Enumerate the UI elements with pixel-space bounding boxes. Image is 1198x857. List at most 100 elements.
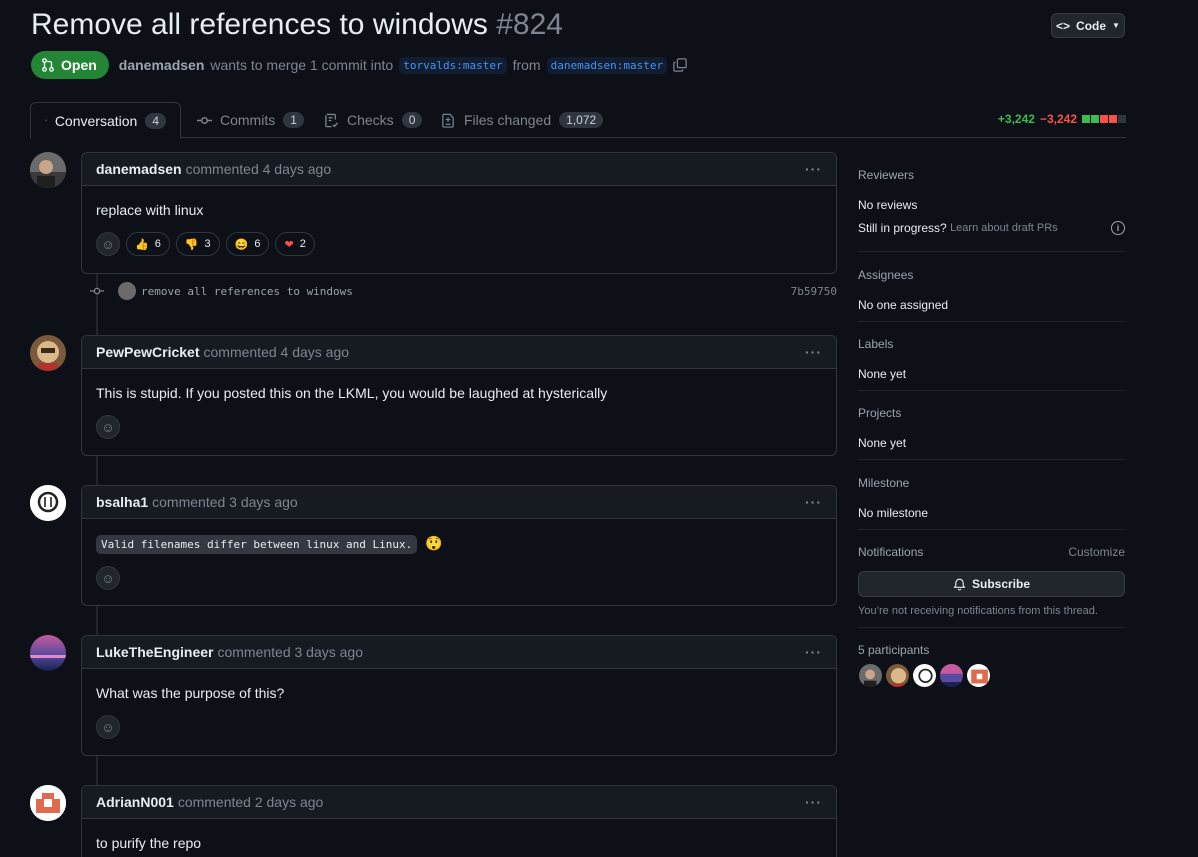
kebab-icon[interactable]: ··· <box>805 644 822 660</box>
tab-checks[interactable]: Checks 0 <box>310 102 436 138</box>
notification-note: You’re not receiving notifications from … <box>858 605 1098 617</box>
avatar[interactable] <box>30 152 66 188</box>
comment-author[interactable]: AdrianN001 <box>96 794 174 810</box>
sidebar-heading: Notifications <box>858 545 924 559</box>
tab-label: Checks <box>347 112 394 128</box>
heart-icon: ❤ <box>284 238 294 251</box>
add-reaction-button[interactable]: ☺ <box>96 566 120 590</box>
avatar[interactable] <box>30 635 66 671</box>
copy-icon[interactable] <box>673 58 687 72</box>
sidebar-participants: 5 participants <box>858 643 1125 703</box>
reactions: ☺ 👍 6 👎 3 😄 6 ❤ 2 <box>96 232 822 270</box>
tab-counter: 0 <box>401 112 423 128</box>
git-commit-icon <box>197 116 212 124</box>
kebab-icon[interactable]: ··· <box>805 344 822 360</box>
code-button[interactable]: <> Code ▼ <box>1051 13 1125 38</box>
sidebar-projects: Projects None yet <box>858 406 1125 460</box>
tab-label: Files changed <box>464 112 552 128</box>
reaction-laugh[interactable]: 😄 6 <box>225 232 270 256</box>
add-reaction-button[interactable]: ☺ <box>96 715 120 739</box>
commit-sha[interactable]: 7b59750 <box>791 285 837 298</box>
comment-time[interactable]: commented 3 days ago <box>217 644 363 660</box>
milestone-value: No milestone <box>858 506 929 520</box>
diffstat: +3,242 −3,242 <box>998 112 1126 126</box>
kebab-icon[interactable]: ··· <box>805 494 822 510</box>
additions-count: +3,242 <box>997 112 1035 126</box>
reaction-count: 2 <box>299 238 306 250</box>
pr-number: #824 <box>496 8 563 41</box>
sidebar-heading[interactable]: Projects <box>858 406 901 420</box>
kebab-icon[interactable]: ··· <box>805 161 822 177</box>
merge-text: wants to merge 1 commit into <box>210 57 394 73</box>
smiley-icon: ☺ <box>101 419 115 435</box>
smiley-icon: ☺ <box>101 570 115 586</box>
comment-header: danemadsen commented 4 days ago ··· <box>82 153 836 186</box>
reaction-heart[interactable]: ❤ 2 <box>275 232 315 256</box>
participant-avatar[interactable] <box>939 663 964 688</box>
participant-avatar[interactable] <box>858 663 883 688</box>
add-reaction-button[interactable]: ☺ <box>96 232 120 256</box>
comment-time[interactable]: commented 2 days ago <box>178 794 324 810</box>
comment-card: bsalha1 commented 3 days ago ··· Valid f… <box>81 485 837 606</box>
participant-avatar[interactable] <box>912 663 937 688</box>
tab-counter: 1 <box>283 112 304 128</box>
reaction-thumbs-down[interactable]: 👎 3 <box>175 232 220 256</box>
info-icon[interactable]: i <box>1111 221 1125 236</box>
base-branch[interactable]: torvalds:master <box>399 56 507 74</box>
smiley-icon: ☺ <box>101 236 115 252</box>
comment-author[interactable]: LukeTheEngineer <box>96 644 213 660</box>
tab-label: Commits <box>220 112 276 128</box>
pr-title: Remove all references to windows <box>31 8 488 41</box>
sidebar-heading[interactable]: Reviewers <box>858 168 914 182</box>
comment-author[interactable]: danemadsen <box>96 161 182 177</box>
kebab-icon[interactable]: ··· <box>805 794 822 810</box>
tab-commits[interactable]: Commits 1 <box>183 102 318 138</box>
tab-conversation[interactable]: Conversation 4 <box>30 102 181 139</box>
assignees-value: No one assigned <box>858 298 949 312</box>
comment-time[interactable]: commented 4 days ago <box>204 344 350 360</box>
avatar[interactable] <box>30 785 66 821</box>
astonished-emoji: 😲 <box>425 535 443 551</box>
pr-meta: Open danemadsen wants to merge 1 commit … <box>31 51 687 79</box>
draft-prs-link[interactable]: Learn about draft PRs <box>950 218 1058 239</box>
thumbs-down-icon: 👎 <box>184 238 199 251</box>
comment-author[interactable]: bsalha1 <box>96 494 148 510</box>
sidebar-heading[interactable]: Milestone <box>858 476 909 490</box>
commit-message[interactable]: remove all references to windows <box>141 285 353 298</box>
reactions: ☺ <box>96 415 822 453</box>
subscribe-button[interactable]: Subscribe <box>858 571 1125 597</box>
avatar[interactable] <box>30 335 66 371</box>
add-reaction-button[interactable]: ☺ <box>96 415 120 439</box>
comment-discussion-icon <box>45 119 47 122</box>
pr-author-link[interactable]: danemadsen <box>119 57 205 73</box>
code-icon: <> <box>1056 18 1071 33</box>
reaction-count: 6 <box>254 238 261 250</box>
pr-page: Remove all references to windows #824 <>… <box>0 0 1198 857</box>
tab-files-changed[interactable]: Files changed 1,072 <box>427 102 617 138</box>
draft-note: Still in progress? Learn about draft PRs… <box>858 217 1125 240</box>
sidebar-heading[interactable]: Assignees <box>858 268 913 282</box>
reviewers-value: No reviews <box>858 198 918 212</box>
pr-tabs: Conversation 4 Commits 1 Checks 0 Files … <box>30 102 1126 139</box>
projects-value: None yet <box>858 436 907 450</box>
participant-avatar[interactable] <box>966 663 991 688</box>
deletions-count: −3,242 <box>1039 112 1077 126</box>
comment-header: PewPewCricket commented 4 days ago ··· <box>82 336 836 369</box>
comment-time[interactable]: commented 4 days ago <box>186 161 332 177</box>
participant-avatar[interactable] <box>885 663 910 688</box>
head-branch[interactable]: danemadsen:master <box>546 56 668 74</box>
comment-body: to purify the repo <box>96 835 202 851</box>
comment-header: bsalha1 commented 3 days ago ··· <box>82 486 836 519</box>
comment-author[interactable]: PewPewCricket <box>96 344 200 360</box>
commit-avatar[interactable] <box>118 282 136 300</box>
diffstat-blocks <box>1082 115 1126 123</box>
comment-body: replace with linux <box>96 202 204 218</box>
avatar[interactable] <box>30 485 66 521</box>
thumbs-up-icon: 👍 <box>135 238 149 251</box>
reactions: ☺ <box>96 566 822 604</box>
sidebar-heading[interactable]: Labels <box>858 337 893 351</box>
customize-link[interactable]: Customize <box>1068 545 1125 559</box>
reaction-thumbs-up[interactable]: 👍 6 <box>126 232 170 256</box>
comment-time[interactable]: commented 3 days ago <box>152 494 298 510</box>
file-diff-icon <box>442 113 454 128</box>
